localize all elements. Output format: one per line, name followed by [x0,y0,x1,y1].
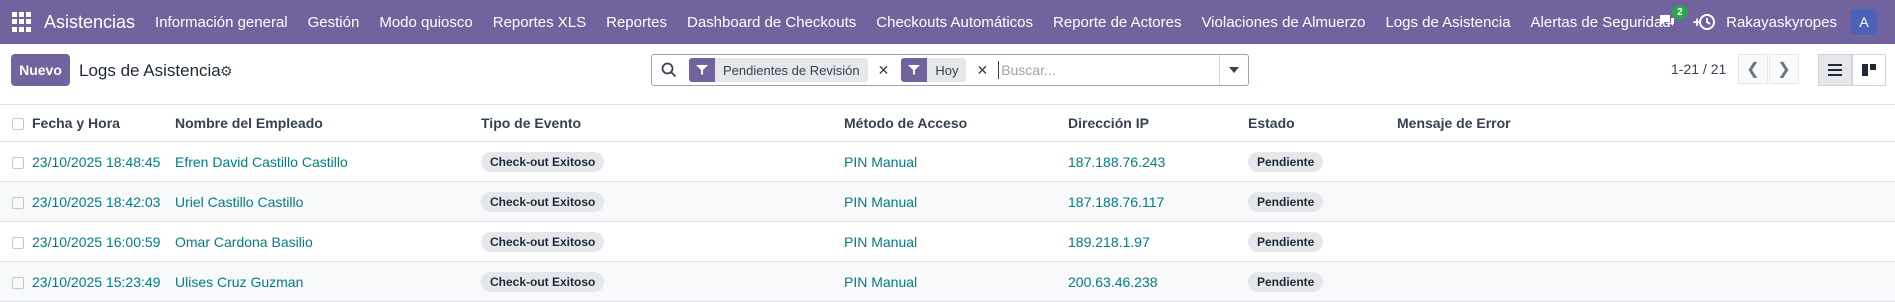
status-badge: Pendiente [1248,271,1324,292]
column-header-error[interactable]: Mensaje de Error [1397,105,1895,142]
status-badge: Pendiente [1248,151,1324,172]
menu-item-reportes-xls[interactable]: Reportes XLS [493,14,586,31]
select-all-checkbox[interactable] [0,105,32,142]
filter-icon [901,58,928,82]
cell-ip: 187.188.76.243 [1068,141,1248,182]
table-row[interactable]: 23/10/2025 15:23:49 Ulises Cruz Guzman C… [0,261,1895,302]
cell-metodo: PIN Manual [844,261,1068,302]
cell-ip: 189.218.1.97 [1068,221,1248,262]
gear-icon[interactable]: ⚙ [220,63,233,80]
cell-metodo: PIN Manual [844,181,1068,222]
search-bar: Pendientes de Revisión ✕ Hoy ✕ [651,54,1249,86]
control-panel: Nuevo Logs de Asistencia ⚙ Pendientes de… [0,44,1895,105]
menu-item-checkouts-automaticos[interactable]: Checkouts Automáticos [876,14,1033,31]
search-facet: Hoy ✕ [901,58,988,82]
cell-empleado: Efren David Castillo Castillo [175,141,481,182]
pager-value[interactable]: 1-21 / 21 [1671,61,1726,77]
cell-estado: Pendiente [1248,221,1397,262]
cell-error [1397,141,1895,182]
status-badge: Pendiente [1248,231,1324,252]
cell-tipo: Check-out Exitoso [481,141,844,182]
menu-item-reporte-actores[interactable]: Reporte de Actores [1053,14,1181,31]
cell-ip: 200.63.46.238 [1068,261,1248,302]
menu-item-logs-asistencia[interactable]: Logs de Asistencia [1385,14,1510,31]
close-icon[interactable]: ✕ [878,62,890,79]
top-navbar: Asistencias Información general Gestión … [0,0,1895,44]
menu-item-reportes[interactable]: Reportes [606,14,667,31]
column-header-metodo[interactable]: Método de Acceso [844,105,1068,142]
row-checkbox[interactable] [0,261,32,302]
search-icon[interactable] [661,62,677,78]
chat-icon[interactable]: 2 [1658,6,1688,34]
systray: 2 Rakayaskyropes A [1658,0,1895,44]
menu-item-informacion-general[interactable]: Información general [155,14,288,31]
cell-metodo: PIN Manual [844,141,1068,182]
table-header-row: Fecha y Hora Nombre del Empleado Tipo de… [0,105,1895,142]
main-menu: Información general Gestión Modo quiosco… [155,14,1721,31]
column-header-ip[interactable]: Dirección IP [1068,105,1248,142]
search-input[interactable] [998,61,1234,79]
cell-error [1397,261,1895,302]
menu-item-modo-quiosco[interactable]: Modo quiosco [379,14,472,31]
cell-error [1397,221,1895,262]
cell-empleado: Omar Cardona Basilio [175,221,481,262]
attendance-log-table: Fecha y Hora Nombre del Empleado Tipo de… [0,105,1895,302]
menu-item-violaciones-almuerzo[interactable]: Violaciones de Almuerzo [1201,14,1365,31]
cell-fecha: 23/10/2025 18:48:45 [32,141,175,182]
column-header-tipo[interactable]: Tipo de Evento [481,105,844,142]
cell-estado: Pendiente [1248,181,1397,222]
column-header-estado[interactable]: Estado [1248,105,1397,142]
event-type-badge: Check-out Exitoso [481,231,605,252]
menu-item-dashboard-checkouts[interactable]: Dashboard de Checkouts [687,14,856,31]
table-row[interactable]: 23/10/2025 18:48:45 Efren David Castillo… [0,141,1895,182]
filter-icon [689,58,715,82]
apps-grid-icon[interactable] [12,12,32,32]
table-row[interactable]: 23/10/2025 18:42:03 Uriel Castillo Casti… [0,181,1895,222]
column-header-empleado[interactable]: Nombre del Empleado [175,105,481,142]
cell-tipo: Check-out Exitoso [481,261,844,302]
row-checkbox[interactable] [0,181,32,222]
cell-error [1397,181,1895,222]
cell-estado: Pendiente [1248,261,1397,302]
clock-icon[interactable] [1698,13,1716,31]
list-view-icon[interactable] [1818,54,1852,86]
pager-next-button[interactable]: ❯ [1769,54,1799,84]
user-name[interactable]: Rakayaskyropes [1726,14,1837,31]
kanban-view-icon[interactable] [1852,54,1886,86]
avatar[interactable]: A [1851,9,1877,35]
facet-value: Pendientes de Revisión [715,58,868,82]
cell-empleado: Uriel Castillo Castillo [175,181,481,222]
new-button[interactable]: Nuevo [11,54,70,86]
cell-tipo: Check-out Exitoso [481,181,844,222]
event-type-badge: Check-out Exitoso [481,271,605,292]
row-checkbox[interactable] [0,141,32,182]
menu-item-gestion[interactable]: Gestión [308,14,360,31]
chevron-down-icon[interactable] [1219,55,1248,85]
cell-fecha: 23/10/2025 16:00:59 [32,221,175,262]
app-brand[interactable]: Asistencias [44,12,135,33]
cell-tipo: Check-out Exitoso [481,221,844,262]
event-type-badge: Check-out Exitoso [481,191,605,212]
cell-ip: 187.188.76.117 [1068,181,1248,222]
menu-item-alertas-seguridad[interactable]: Alertas de Seguridad [1531,14,1671,31]
pager-previous-button[interactable]: ❮ [1738,54,1768,84]
close-icon[interactable]: ✕ [976,62,988,79]
row-checkbox[interactable] [0,221,32,262]
event-type-badge: Check-out Exitoso [481,151,605,172]
column-header-fecha[interactable]: Fecha y Hora [32,105,175,142]
cell-fecha: 23/10/2025 15:23:49 [32,261,175,302]
cell-metodo: PIN Manual [844,221,1068,262]
search-facet: Pendientes de Revisión ✕ [689,58,889,82]
cell-fecha: 23/10/2025 18:42:03 [32,181,175,222]
table-row[interactable]: 23/10/2025 16:00:59 Omar Cardona Basilio… [0,221,1895,262]
status-badge: Pendiente [1248,191,1324,212]
page-title: Logs de Asistencia [79,61,221,80]
facet-value: Hoy [927,58,967,82]
cell-estado: Pendiente [1248,141,1397,182]
chat-count-badge: 2 [1672,6,1688,19]
cell-empleado: Ulises Cruz Guzman [175,261,481,302]
